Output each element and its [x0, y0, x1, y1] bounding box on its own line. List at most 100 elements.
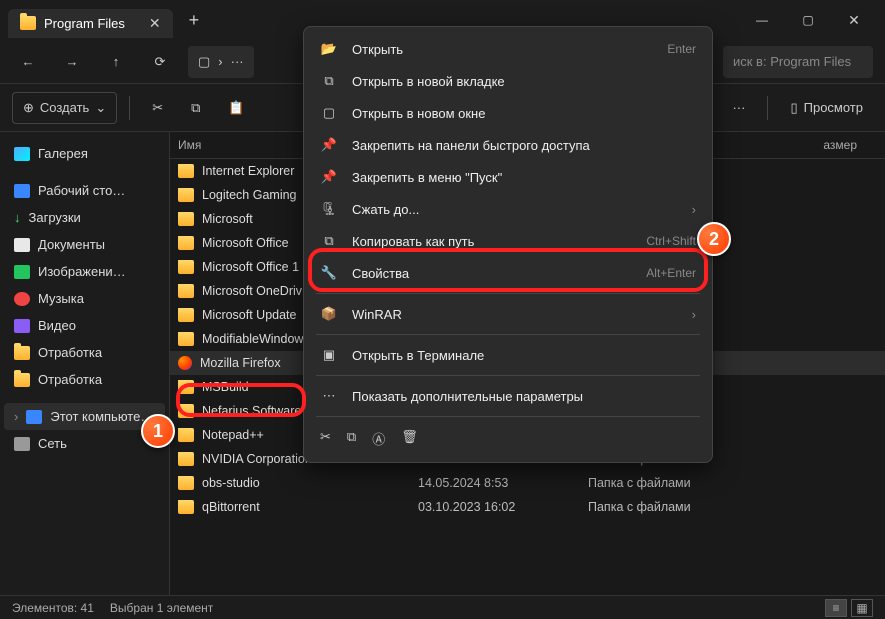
sidebar-item-pictures[interactable]: Изображени…	[4, 258, 165, 285]
file-name: Notepad++	[202, 428, 264, 442]
selection-count: Выбран 1 элемент	[110, 601, 213, 615]
grid-view-button[interactable]: ▦	[851, 599, 873, 617]
folder-icon	[178, 260, 194, 274]
window-controls: — ▢ ✕	[739, 4, 877, 36]
ctx-label: Сжать до...	[352, 202, 419, 217]
sidebar-item-music[interactable]: Музыка	[4, 285, 165, 312]
sidebar-item-work2[interactable]: Отработка	[4, 366, 165, 393]
refresh-button[interactable]: ⟳	[144, 46, 176, 78]
up-button[interactable]: ↑	[100, 46, 132, 78]
sidebar-item-desktop[interactable]: Рабочий сто…	[4, 177, 165, 204]
copy-icon[interactable]: ⧉	[347, 429, 356, 448]
maximize-button[interactable]: ▢	[785, 4, 831, 36]
sidebar: Галерея Рабочий сто… ↓Загрузки Документы…	[0, 132, 170, 595]
sidebar-item-documents[interactable]: Документы	[4, 231, 165, 258]
forward-button[interactable]: →	[56, 46, 88, 78]
ctx-more-options[interactable]: ⋯Показать дополнительные параметры	[304, 380, 712, 412]
ctx-winrar[interactable]: 📦WinRAR›	[304, 298, 712, 330]
badge-1: 1	[141, 414, 175, 448]
sidebar-label: Изображени…	[38, 264, 126, 279]
create-button[interactable]: ⊕ Создать ⌄	[12, 92, 117, 124]
folder-icon	[178, 332, 194, 346]
separator	[316, 334, 700, 335]
ctx-compress[interactable]: 🗜Сжать до...›	[304, 193, 712, 225]
search-input[interactable]: иск в: Program Files	[723, 46, 873, 78]
view-button[interactable]: ▯ Просмотр	[780, 92, 873, 124]
copy-icon: ⧉	[320, 233, 338, 249]
ctx-open[interactable]: 📂ОткрытьEnter	[304, 33, 712, 65]
window-icon: ▢	[320, 105, 338, 121]
cut-button[interactable]: ✂	[142, 92, 173, 124]
separator	[316, 293, 700, 294]
chevron-right-icon: ›	[692, 307, 696, 322]
archive-icon: 🗜	[320, 201, 338, 217]
sidebar-label: Отработка	[38, 345, 102, 360]
folder-icon	[178, 404, 194, 418]
file-type: Папка с файлами	[588, 476, 738, 490]
tab-title: Program Files	[44, 16, 125, 31]
ctx-properties[interactable]: 🔧СвойстваAlt+Enter	[304, 257, 712, 289]
separator	[767, 96, 768, 120]
tab-icon: ⧉	[320, 73, 338, 89]
folder-open-icon: 📂	[320, 41, 338, 57]
badge-2: 2	[697, 222, 731, 256]
search-placeholder: иск в: Program Files	[733, 54, 851, 69]
file-date: 14.05.2024 8:53	[418, 476, 588, 490]
video-icon	[14, 319, 30, 333]
cut-icon[interactable]: ✂	[320, 429, 331, 448]
close-button[interactable]: ✕	[831, 4, 877, 36]
sidebar-item-downloads[interactable]: ↓Загрузки	[4, 204, 165, 231]
rename-icon[interactable]: Ⓐ	[372, 429, 385, 448]
ctx-label: WinRAR	[352, 307, 402, 322]
ctx-copy-path[interactable]: ⧉Копировать как путьCtrl+Shift	[304, 225, 712, 257]
more-icon[interactable]: ···	[231, 54, 244, 69]
tab-program-files[interactable]: Program Files ✕	[8, 9, 173, 38]
delete-icon[interactable]: 🗑	[401, 429, 418, 448]
ctx-pin-start[interactable]: 📌Закрепить в меню "Пуск"	[304, 161, 712, 193]
documents-icon	[14, 238, 30, 252]
col-size[interactable]: азмер	[738, 138, 877, 152]
file-name: Microsoft Office 1	[202, 260, 299, 274]
ctx-pin-quick[interactable]: 📌Закрепить на панели быстрого доступа	[304, 129, 712, 161]
address-bar[interactable]: ▢ › ···	[188, 46, 254, 78]
sidebar-label: Отработка	[38, 372, 102, 387]
chevron-right-icon: ›	[218, 54, 222, 69]
folder-icon	[178, 188, 194, 202]
sidebar-label: Музыка	[38, 291, 84, 306]
folder-icon	[178, 476, 194, 490]
sidebar-label: Рабочий сто…	[38, 183, 125, 198]
ctx-terminal[interactable]: ▣Открыть в Терминале	[304, 339, 712, 371]
sidebar-item-work1[interactable]: Отработка	[4, 339, 165, 366]
folder-icon	[178, 212, 194, 226]
more-icon: ⋯	[320, 388, 338, 404]
copy-button[interactable]: ⧉	[181, 92, 210, 124]
minimize-button[interactable]: —	[739, 4, 785, 36]
tab-close-icon[interactable]: ✕	[149, 15, 161, 32]
sidebar-label: Сеть	[38, 436, 67, 451]
monitor-icon: ▢	[198, 54, 210, 70]
paste-button[interactable]: 📋	[218, 92, 254, 124]
more-button[interactable]: ···	[722, 92, 755, 124]
table-row[interactable]: qBittorrent03.10.2023 16:02Папка с файла…	[170, 495, 885, 519]
ctx-open-tab[interactable]: ⧉Открыть в новой вкладке	[304, 65, 712, 97]
sidebar-item-videos[interactable]: Видео	[4, 312, 165, 339]
sidebar-label: Этот компьюте…	[50, 409, 153, 424]
context-menu: 📂ОткрытьEnter ⧉Открыть в новой вкладке ▢…	[303, 26, 713, 463]
back-button[interactable]: ←	[12, 46, 44, 78]
ctx-label: Открыть	[352, 42, 403, 57]
file-type: Папка с файлами	[588, 500, 738, 514]
ctx-open-window[interactable]: ▢Открыть в новом окне	[304, 97, 712, 129]
sidebar-item-gallery[interactable]: Галерея	[4, 140, 165, 167]
table-row[interactable]: obs-studio14.05.2024 8:53Папка с файлами	[170, 471, 885, 495]
new-tab-button[interactable]: +	[189, 10, 200, 31]
folder-icon	[178, 284, 194, 298]
ctx-shortcut: Ctrl+Shift	[646, 234, 696, 248]
create-label: Создать	[40, 100, 89, 115]
folder-icon	[178, 164, 194, 178]
pin-icon: 📌	[320, 137, 338, 153]
sidebar-label: Загрузки	[29, 210, 81, 225]
file-name: ModifiableWindow	[202, 332, 303, 346]
ctx-action-bar: ✂ ⧉ Ⓐ 🗑	[304, 421, 712, 456]
chevron-down-icon: ⌄	[95, 100, 106, 116]
details-view-button[interactable]: ≡	[825, 599, 847, 617]
